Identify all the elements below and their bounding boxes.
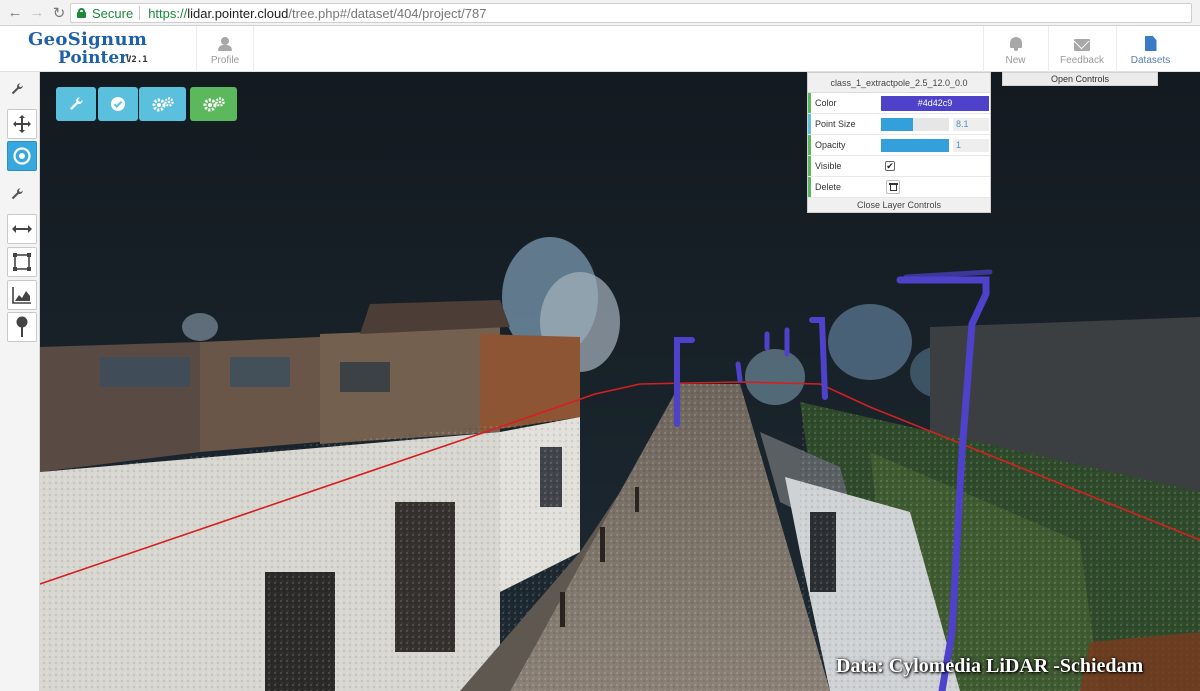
orbit-icon bbox=[13, 147, 31, 165]
elevation-profile-button[interactable] bbox=[7, 280, 37, 310]
confirm-tool-button[interactable] bbox=[98, 87, 138, 121]
url-divider bbox=[139, 6, 141, 20]
app-window: ← → ↻ Secure https:// lidar.pointer.clou… bbox=[0, 0, 1200, 691]
visible-checkbox[interactable]: ✔ bbox=[885, 161, 895, 171]
measure-distance-button[interactable] bbox=[7, 214, 37, 244]
opacity-slider[interactable] bbox=[881, 139, 949, 152]
url-scheme: https:// bbox=[148, 5, 188, 21]
wrench-icon bbox=[11, 83, 23, 95]
measure-distance-icon bbox=[12, 225, 32, 233]
envelope-icon bbox=[1074, 39, 1090, 51]
process-tool-button[interactable] bbox=[190, 87, 237, 121]
area-select-icon bbox=[13, 253, 31, 271]
row-accent bbox=[808, 156, 811, 176]
wrench-icon bbox=[70, 97, 83, 110]
orbit-tool-button[interactable] bbox=[7, 141, 37, 171]
delete-label: Delete bbox=[815, 182, 842, 192]
browser-toolbar: ← → ↻ Secure https:// lidar.pointer.clou… bbox=[0, 0, 1200, 26]
delete-layer-button[interactable] bbox=[886, 180, 900, 194]
tab-feedback-label: Feedback bbox=[1060, 55, 1104, 66]
point-size-slider-fill bbox=[881, 118, 913, 131]
wrench-tool-button[interactable] bbox=[56, 87, 96, 121]
geosignum-logo[interactable]: GeoSignum Pointer V2.1 bbox=[22, 29, 154, 69]
lock-icon bbox=[77, 8, 86, 18]
row-accent bbox=[808, 135, 811, 155]
color-picker[interactable]: #4d42c9 bbox=[881, 96, 989, 111]
tab-feedback[interactable]: Feedback bbox=[1048, 26, 1115, 72]
layer-visible-row: Visible ✔ bbox=[808, 156, 990, 177]
row-accent bbox=[808, 177, 811, 197]
visible-label: Visible bbox=[815, 161, 842, 171]
elevation-profile-icon bbox=[12, 287, 31, 304]
secure-label: Secure bbox=[92, 5, 134, 21]
tab-new-label: New bbox=[1005, 55, 1026, 66]
map-pin-icon bbox=[16, 316, 28, 337]
tab-new[interactable]: New bbox=[983, 26, 1047, 72]
opacity-value[interactable]: 1 bbox=[953, 139, 989, 152]
row-accent bbox=[808, 93, 811, 113]
open-controls-button[interactable]: Open Controls bbox=[1002, 72, 1158, 86]
tab-datasets-label: Datasets bbox=[1130, 55, 1171, 66]
layer-delete-row: Delete bbox=[808, 177, 990, 198]
layer-point-size-row: Point Size 8.1 bbox=[808, 114, 990, 135]
point-size-slider[interactable] bbox=[881, 118, 949, 131]
point-size-value[interactable]: 8.1 bbox=[953, 118, 989, 131]
point-size-label: Point Size bbox=[815, 119, 856, 129]
move-tool-button[interactable] bbox=[7, 109, 37, 139]
address-bar[interactable]: Secure https:// lidar.pointer.cloud /tre… bbox=[70, 3, 1192, 23]
layer-opacity-row: Opacity 1 bbox=[808, 135, 990, 156]
point-cloud-scene bbox=[40, 72, 1200, 691]
close-layer-controls-button[interactable]: Close Layer Controls bbox=[808, 198, 990, 212]
tab-profile-label: Profile bbox=[210, 55, 240, 66]
layer-controls-panel: class_1_extractpole_2.5_12.0_0.0 Color #… bbox=[807, 72, 991, 213]
left-buildings bbox=[40, 300, 580, 691]
app-header: GeoSignum Pointer V2.1 Profile New Feedb… bbox=[0, 26, 1200, 72]
gears-icon bbox=[203, 97, 225, 112]
reload-icon[interactable]: ↻ bbox=[48, 2, 70, 24]
url-host: lidar.pointer.cloud bbox=[187, 5, 289, 21]
move-icon bbox=[13, 115, 31, 133]
url-path: /tree.php#/dataset/404/project/787 bbox=[288, 5, 487, 21]
gears-icon bbox=[152, 97, 174, 112]
person-icon bbox=[218, 37, 232, 51]
back-icon[interactable]: ← bbox=[4, 2, 26, 24]
settings-tool-button[interactable] bbox=[139, 87, 186, 121]
bell-icon bbox=[1009, 36, 1023, 51]
check-circle-icon bbox=[111, 97, 125, 111]
logo-product: Pointer bbox=[58, 48, 129, 68]
opacity-label: Opacity bbox=[815, 140, 846, 150]
left-toolbar bbox=[0, 72, 40, 691]
row-accent bbox=[808, 114, 811, 134]
data-attribution: Data: Cylomedia LiDAR -Schiedam bbox=[836, 655, 1144, 677]
point-cloud-viewer[interactable] bbox=[40, 72, 1200, 691]
layer-color-row: Color #4d42c9 bbox=[808, 93, 990, 114]
wrench-icon bbox=[11, 188, 23, 200]
area-select-button[interactable] bbox=[7, 247, 37, 277]
opacity-slider-fill bbox=[881, 139, 949, 152]
forward-icon[interactable]: → bbox=[26, 2, 48, 24]
place-marker-button[interactable] bbox=[7, 312, 37, 342]
color-label: Color bbox=[815, 98, 837, 108]
layer-name: class_1_extractpole_2.5_12.0_0.0 bbox=[808, 73, 990, 93]
logo-brand: GeoSignum bbox=[28, 29, 148, 50]
logo-version: V2.1 bbox=[126, 55, 148, 65]
file-icon bbox=[1144, 36, 1157, 51]
tab-profile[interactable]: Profile bbox=[196, 26, 254, 72]
trash-icon bbox=[888, 183, 898, 191]
tab-datasets[interactable]: Datasets bbox=[1116, 26, 1184, 72]
